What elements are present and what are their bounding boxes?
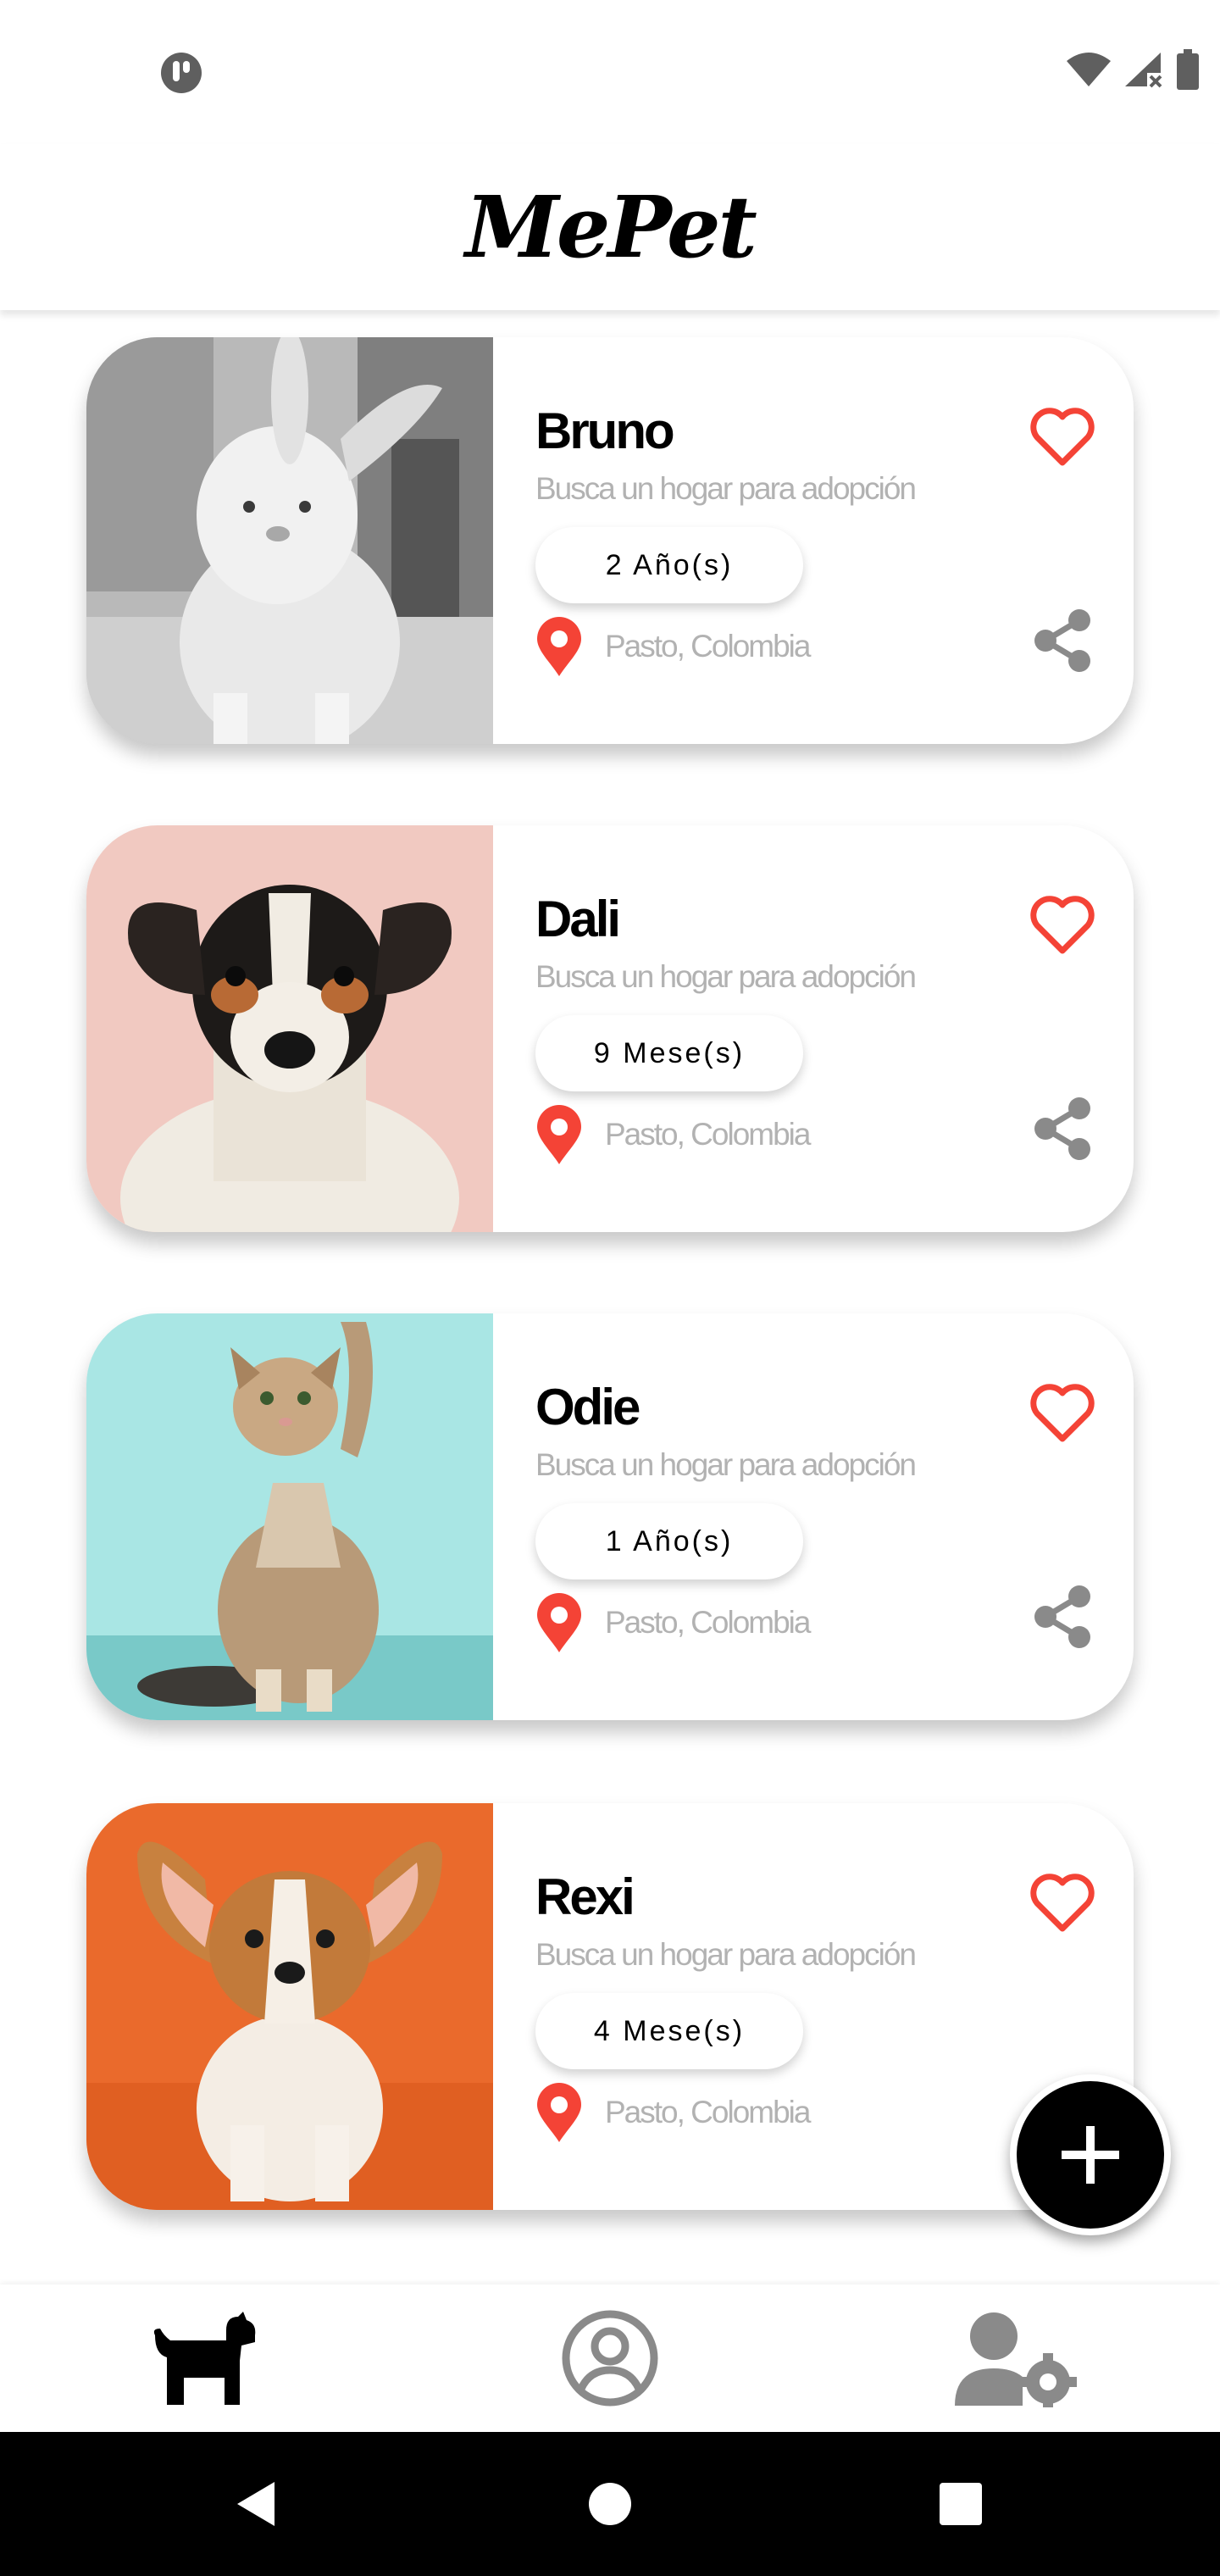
favorite-heart-icon[interactable] [1029,1873,1096,1934]
system-navigation-bar [0,2432,1220,2576]
favorite-heart-icon[interactable] [1029,407,1096,468]
favorite-heart-icon[interactable] [1029,895,1096,956]
share-icon[interactable] [1032,1096,1093,1161]
age-chip[interactable]: 4 Mese(s) [535,1993,803,2069]
pet-photo [86,1313,493,1720]
pet-name: Rexi [535,1868,635,1925]
pet-photo [86,337,493,744]
pet-status: Busca un hogar para adopción [535,1447,917,1482]
pet-status: Busca un hogar para adopción [535,959,917,994]
plus-icon [1062,2126,1119,2184]
add-pet-button[interactable] [1010,2074,1171,2235]
account-circle-icon [562,2310,658,2407]
nav-item-settings[interactable] [932,2285,1101,2432]
back-icon[interactable] [222,2470,290,2538]
pet-location: Pasto, Colombia [605,1117,811,1152]
favorite-heart-icon[interactable] [1029,1383,1096,1444]
pet-location: Pasto, Colombia [605,629,811,663]
pet-card[interactable]: Odie Busca un hogar para adopción 1 Año(… [86,1313,1134,1720]
share-icon[interactable] [1032,1585,1093,1649]
app-bar: MePet [0,144,1220,310]
pet-card[interactable]: Dali Busca un hogar para adopción 9 Mese… [86,825,1134,1232]
location-pin-icon [535,617,583,678]
location-pin-icon [535,1593,583,1654]
nav-item-pets[interactable] [119,2285,288,2432]
nav-item-profile[interactable] [525,2285,695,2432]
pet-name: Bruno [535,402,675,459]
wifi-icon [1066,51,1112,92]
pet-status: Busca un hogar para adopción [535,471,917,506]
signal-no-data-icon [1123,51,1164,92]
pet-location: Pasto, Colombia [605,2095,811,2129]
pet-name: Dali [535,891,621,947]
home-icon[interactable] [576,2470,644,2538]
share-icon[interactable] [1032,608,1093,673]
location-pin-icon [535,1105,583,1166]
pet-card[interactable]: Rexi Busca un hogar para adopción 4 Mese… [86,1803,1134,2210]
location-pin-icon [535,2083,583,2144]
status-icons [1066,47,1200,95]
pet-name: Odie [535,1379,640,1435]
pet-photo [86,1803,493,2210]
pet-card[interactable]: Bruno Busca un hogar para adopción 2 Año… [86,337,1134,744]
age-chip[interactable]: 9 Mese(s) [535,1015,803,1091]
pet-location: Pasto, Colombia [605,1605,811,1640]
status-bar [0,0,1220,144]
app-notification-icon [159,51,203,95]
bottom-navigation [0,2285,1220,2432]
pet-list[interactable]: Bruno Busca un hogar para adopción 2 Año… [0,310,1220,2285]
dog-icon [153,2312,256,2405]
battery-icon [1176,48,1200,94]
pet-photo [86,825,493,1232]
recents-icon[interactable] [927,2470,995,2538]
age-chip[interactable]: 2 Año(s) [535,527,803,603]
age-chip[interactable]: 1 Año(s) [535,1503,803,1579]
app-title: MePet [465,177,757,277]
pet-status: Busca un hogar para adopción [535,1937,917,1972]
user-settings-icon [955,2312,1077,2407]
